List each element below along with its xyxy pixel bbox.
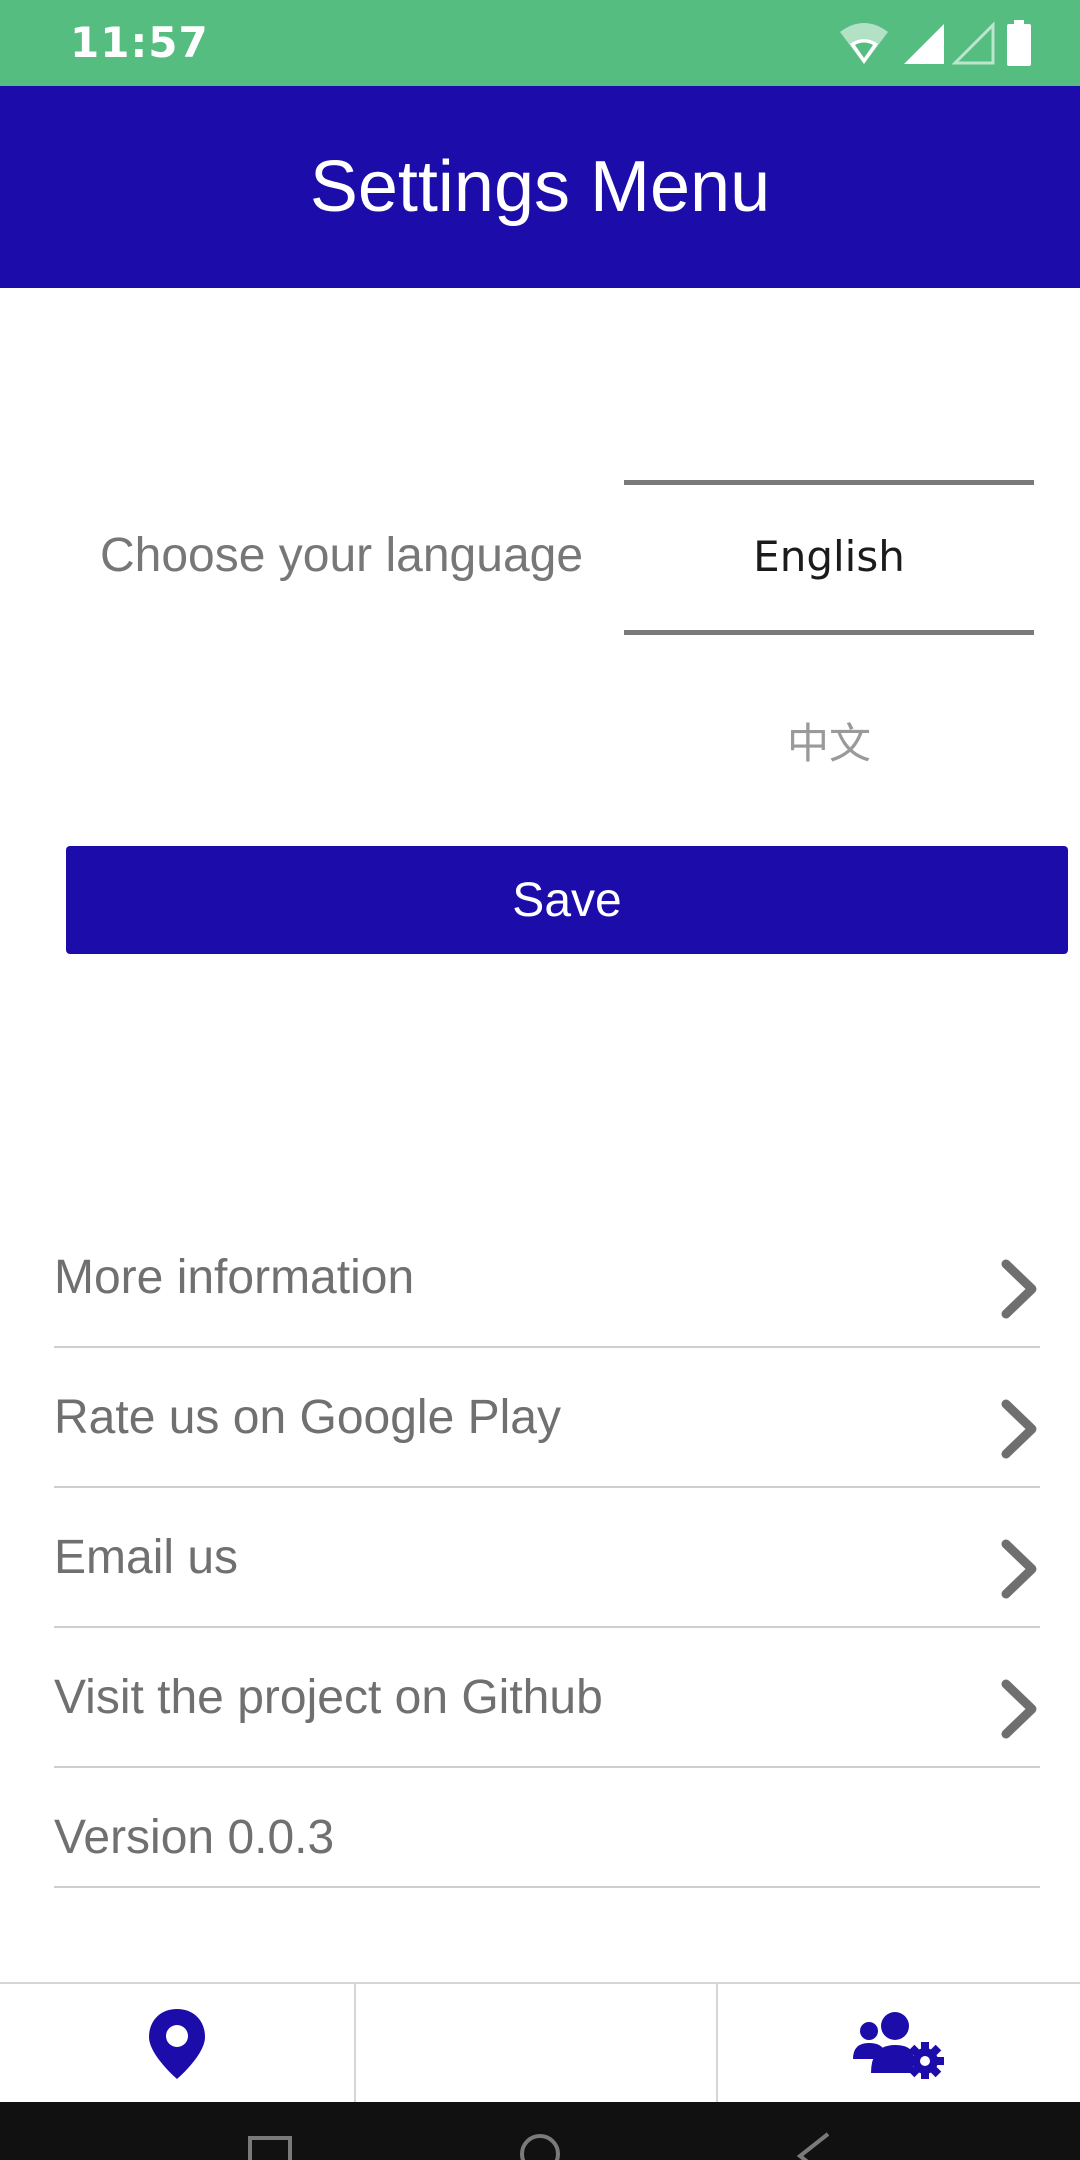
language-picker-top-divider — [624, 480, 1034, 485]
back-icon[interactable] — [790, 2132, 834, 2160]
menu-item-github[interactable]: Visit the project on Github — [54, 1628, 1040, 1768]
language-picker-bottom-divider — [624, 630, 1034, 635]
home-icon[interactable] — [518, 2132, 562, 2160]
signal-icon — [904, 24, 944, 64]
nav-map-button[interactable] — [0, 1984, 354, 2104]
menu-item-rate-us[interactable]: Rate us on Google Play — [54, 1348, 1040, 1488]
chevron-right-icon — [1001, 1399, 1037, 1459]
wifi-icon — [840, 23, 888, 64]
signal-empty-icon — [952, 21, 995, 65]
settings-menu-list: More information Rate us on Google Play … — [54, 1208, 1040, 1888]
version-row: Version 0.0.3 — [54, 1768, 1040, 1888]
save-button[interactable]: Save — [66, 846, 1068, 954]
bottom-nav — [0, 1982, 1080, 2104]
menu-item-email-us[interactable]: Email us — [54, 1488, 1040, 1628]
map-pin-icon — [149, 2009, 205, 2079]
menu-item-label: More information — [54, 1251, 415, 1304]
language-option-chinese[interactable]: 中文 — [624, 710, 1034, 771]
menu-item-label: Email us — [54, 1531, 239, 1584]
language-label: Choose your language — [100, 529, 584, 582]
language-option-english[interactable]: English — [624, 532, 1034, 581]
battery-icon — [1007, 20, 1031, 66]
version-label: Version 0.0.3 — [54, 1811, 335, 1864]
save-button-label: Save — [512, 873, 622, 927]
system-navigation-bar — [0, 2102, 1080, 2160]
status-time: 11:57 — [70, 18, 209, 67]
recents-icon[interactable] — [248, 2136, 292, 2160]
chevron-right-icon — [1001, 1679, 1037, 1739]
status-bar: 11:57 — [0, 0, 1080, 86]
page-title: Settings Menu — [309, 147, 771, 227]
nav-middle-button[interactable] — [356, 1984, 716, 2104]
app-bar: Settings Menu — [0, 86, 1080, 288]
chevron-right-icon — [1001, 1539, 1037, 1599]
menu-item-label: Visit the project on Github — [54, 1671, 603, 1724]
menu-item-more-information[interactable]: More information — [54, 1208, 1040, 1348]
users-settings-icon — [853, 2012, 944, 2079]
menu-item-label: Rate us on Google Play — [54, 1391, 561, 1444]
chevron-right-icon — [1001, 1259, 1037, 1319]
nav-settings-button[interactable] — [718, 1984, 1080, 2104]
